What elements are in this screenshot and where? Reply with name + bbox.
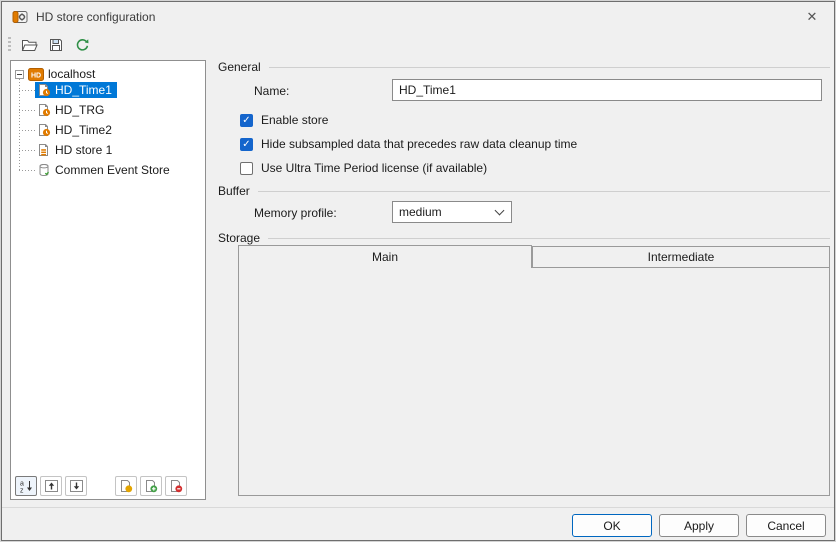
tab-intermediate[interactable]: Intermediate xyxy=(532,246,830,267)
cancel-button-label: Cancel xyxy=(767,519,804,533)
hide-subsampled-label: Hide subsampled data that precedes raw d… xyxy=(261,137,577,151)
tree-item-label: Commen Event Store xyxy=(55,163,170,177)
svg-text:HD: HD xyxy=(31,72,41,79)
tree-toolbar: a z xyxy=(15,476,187,496)
storage-group-header: Storage xyxy=(218,231,830,245)
arrow-up-icon xyxy=(44,479,59,493)
window-title: HD store configuration xyxy=(36,10,155,24)
buffer-group-label: Buffer xyxy=(218,184,250,198)
tree-root-label: localhost xyxy=(48,67,95,81)
memory-profile-select[interactable]: medium xyxy=(392,201,512,223)
save-button[interactable] xyxy=(44,34,68,56)
ultra-time-period-checkbox-row[interactable]: Use Ultra Time Period license (if availa… xyxy=(240,161,487,175)
add-store-icon xyxy=(144,479,158,493)
move-up-button[interactable] xyxy=(40,476,62,496)
collapse-expander-icon[interactable] xyxy=(15,70,24,79)
tree-item-label: HD_Time1 xyxy=(55,83,112,97)
open-button[interactable] xyxy=(18,34,42,56)
enable-store-checkbox-row[interactable]: ✓ Enable store xyxy=(240,113,328,127)
tree-item-label: HD store 1 xyxy=(55,143,112,157)
apply-button-label: Apply xyxy=(684,519,714,533)
ultra-time-period-label: Use Ultra Time Period license (if availa… xyxy=(261,161,487,175)
footer-separator xyxy=(2,507,834,508)
add-store-button[interactable] xyxy=(140,476,162,496)
hd-server-icon: HD xyxy=(28,68,44,81)
add-time-store-button[interactable] xyxy=(115,476,137,496)
refresh-icon xyxy=(74,37,90,53)
general-group-header: General xyxy=(218,60,830,74)
buffer-group-header: Buffer xyxy=(218,184,830,198)
tree-item-label: HD_Time2 xyxy=(55,123,112,137)
save-icon xyxy=(48,37,64,53)
remove-store-icon xyxy=(169,479,183,493)
enable-store-label: Enable store xyxy=(261,113,328,127)
refresh-toolbar-button[interactable] xyxy=(70,34,94,56)
sort-az-icon: a z xyxy=(19,479,34,493)
ultra-time-period-checkbox[interactable] xyxy=(240,162,253,175)
storage-group-label: Storage xyxy=(218,231,260,245)
tree-item-label: HD_TRG xyxy=(55,103,104,117)
store-tree-panel: HD localhost HD_Time1 xyxy=(10,60,206,500)
sort-button[interactable]: a z xyxy=(15,476,37,496)
general-group-label: General xyxy=(218,60,261,74)
tree-item-hd-store-1[interactable]: HD store 1 xyxy=(35,141,117,159)
tab-intermediate-label: Intermediate xyxy=(648,250,715,264)
name-label: Name: xyxy=(254,84,289,98)
time-store-icon xyxy=(37,83,51,97)
arrow-down-icon xyxy=(69,479,84,493)
time-store-icon xyxy=(37,123,51,137)
name-input[interactable] xyxy=(392,79,822,101)
open-folder-icon xyxy=(21,38,39,53)
ok-button-label: OK xyxy=(603,519,620,533)
toolbar-grip xyxy=(8,37,11,53)
time-store-icon xyxy=(37,103,51,117)
tree-item-hd-time1[interactable]: HD_Time1 xyxy=(35,81,117,99)
enable-store-checkbox[interactable]: ✓ xyxy=(240,114,253,127)
close-button[interactable]: ✕ xyxy=(790,2,834,32)
tab-main[interactable]: Main xyxy=(238,245,532,268)
svg-text:a: a xyxy=(20,481,24,488)
event-store-icon xyxy=(37,163,51,177)
hd-store-configuration-dialog: HD store configuration ✕ xyxy=(1,1,835,541)
move-down-button[interactable] xyxy=(65,476,87,496)
title-bar: HD store configuration xyxy=(2,2,834,32)
hide-subsampled-checkbox[interactable]: ✓ xyxy=(240,138,253,151)
hide-subsampled-checkbox-row[interactable]: ✓ Hide subsampled data that precedes raw… xyxy=(240,137,577,151)
cancel-button[interactable]: Cancel xyxy=(746,514,826,537)
tab-main-label: Main xyxy=(372,250,398,264)
main-toolbar xyxy=(2,32,834,58)
storage-tab-pane xyxy=(238,267,830,496)
apply-button[interactable]: Apply xyxy=(659,514,739,537)
svg-text:z: z xyxy=(20,488,24,494)
memory-profile-value: medium xyxy=(399,205,442,219)
ok-button[interactable]: OK xyxy=(572,514,652,537)
memory-profile-label: Memory profile: xyxy=(254,206,337,220)
tree-item-hd-trg[interactable]: HD_TRG xyxy=(35,101,109,119)
hd-store-icon xyxy=(37,143,51,157)
app-icon xyxy=(12,9,28,25)
remove-store-button[interactable] xyxy=(165,476,187,496)
tree-item-commen-event-store[interactable]: Commen Event Store xyxy=(35,161,175,179)
chevron-down-icon xyxy=(495,205,505,215)
close-icon: ✕ xyxy=(807,9,818,25)
tree-item-hd-time2[interactable]: HD_Time2 xyxy=(35,121,117,139)
add-time-store-icon xyxy=(119,479,133,493)
